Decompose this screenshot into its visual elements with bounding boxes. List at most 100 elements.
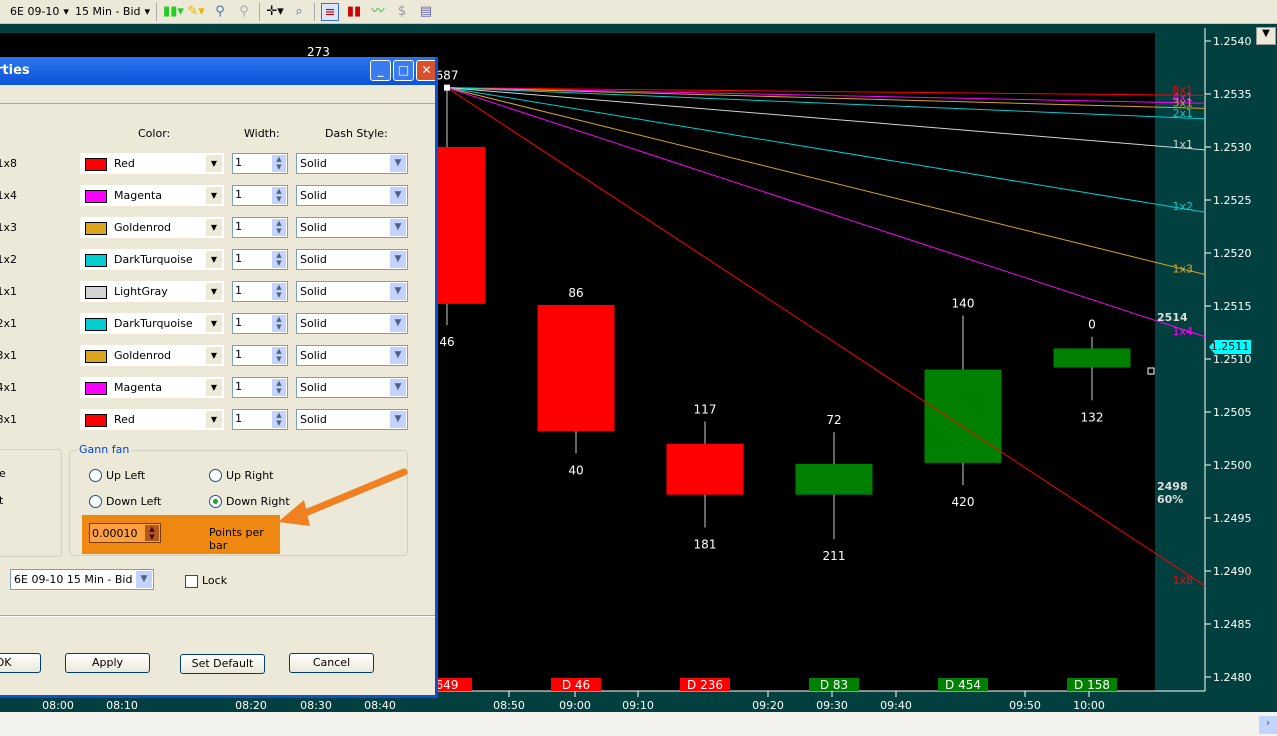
radio-up-right[interactable] <box>209 469 222 482</box>
color-select[interactable]: LightGray ▼ <box>80 281 224 302</box>
spinner-icon[interactable]: ▲ ▼ <box>145 525 159 541</box>
gann-line-2x1 <box>446 87 1206 120</box>
radio-label: Up Left <box>106 469 146 482</box>
left-group-label: t <box>0 494 3 507</box>
price-tick-label: 1.2535 <box>1213 88 1252 101</box>
spinner-icon[interactable]: ▲ ▼ <box>272 347 286 364</box>
spinner-icon[interactable]: ▲ ▼ <box>272 219 286 236</box>
color-select[interactable]: Magenta ▼ <box>80 185 224 206</box>
dash-style-value: Solid <box>300 317 327 330</box>
cancel-button[interactable]: Cancel <box>289 653 374 673</box>
price-tick-label: 1.2515 <box>1213 300 1252 313</box>
chevron-down-icon: ▼ <box>206 155 222 172</box>
spinner-icon[interactable]: ▲ ▼ <box>272 411 286 428</box>
series-select[interactable]: 6E 09-10 15 Min - Bid ▼ <box>10 569 154 590</box>
dash-header: Dash Style: <box>325 127 388 140</box>
candle-top-label: 117 <box>694 403 717 417</box>
candle-top-label: 86 <box>568 286 583 300</box>
color-select[interactable]: Goldenrod ▼ <box>80 217 224 238</box>
color-select[interactable]: Red ▼ <box>80 153 224 174</box>
radio-label: Up Right <box>226 469 274 482</box>
apply-button[interactable]: Apply <box>65 653 150 673</box>
spinner-icon[interactable]: ▲ ▼ <box>272 379 286 396</box>
dash-style-select[interactable]: Solid ▼ <box>296 313 408 334</box>
horizontal-scrollbar[interactable]: › <box>0 712 1277 736</box>
width-value: 1 <box>235 284 242 297</box>
color-select[interactable]: Red ▼ <box>80 409 224 430</box>
dash-style-select[interactable]: Solid ▼ <box>296 281 408 302</box>
points-per-bar-input[interactable]: 0.00010 ▲ ▼ <box>89 523 161 543</box>
dash-style-select[interactable]: Solid ▼ <box>296 249 408 270</box>
width-stepper[interactable]: 1 ▲ ▼ <box>232 313 288 334</box>
width-stepper[interactable]: 1 ▲ ▼ <box>232 409 288 430</box>
set-default-button[interactable]: Set Default <box>180 654 265 674</box>
width-value: 1 <box>235 380 242 393</box>
width-stepper[interactable]: 1 ▲ ▼ <box>232 249 288 270</box>
minimize-button[interactable]: _ <box>370 60 391 81</box>
dash-style-select[interactable]: Solid ▼ <box>296 185 408 206</box>
width-stepper[interactable]: 1 ▲ ▼ <box>232 377 288 398</box>
spinner-icon[interactable]: ▲ ▼ <box>272 251 286 268</box>
radio-up-left[interactable] <box>89 469 102 482</box>
gann-line-8x1 <box>446 87 1206 96</box>
fan-line-label: 8x1 <box>0 413 17 426</box>
maximize-icon: □ <box>397 63 410 77</box>
chevron-down-icon: ▼ <box>206 251 222 268</box>
spinner-icon[interactable]: ▲ ▼ <box>272 315 286 332</box>
width-value: 1 <box>235 348 242 361</box>
ok-button[interactable]: OK <box>0 653 41 673</box>
dash-style-select[interactable]: Solid ▼ <box>296 217 408 238</box>
width-value: 1 <box>235 412 242 425</box>
divider <box>0 103 435 104</box>
time-tick-label: 09:00 <box>559 699 591 712</box>
scroll-right-button[interactable]: › <box>1259 716 1277 734</box>
fan-line-label: 1x3 <box>0 221 17 234</box>
chart-menu-button[interactable]: ▼ <box>1256 27 1276 45</box>
color-swatch <box>85 190 107 203</box>
fan-line-label: 2x1 <box>0 317 17 330</box>
width-stepper[interactable]: 1 ▲ ▼ <box>232 217 288 238</box>
radio-down-left[interactable] <box>89 495 102 508</box>
gann-line-3x1 <box>446 87 1206 109</box>
radio-down-right[interactable] <box>209 495 222 508</box>
price-tick-label: 1.2480 <box>1213 671 1252 684</box>
spinner-icon[interactable]: ▲ ▼ <box>272 187 286 204</box>
price-tick-label: 1.2510 <box>1213 353 1252 366</box>
width-stepper[interactable]: 1 ▲ ▼ <box>232 345 288 366</box>
chevron-down-icon: ▼ <box>136 571 152 588</box>
stat-label: 2498 <box>1157 480 1188 493</box>
color-select[interactable]: Goldenrod ▼ <box>80 345 224 366</box>
dash-style-select[interactable]: Solid ▼ <box>296 153 408 174</box>
color-select[interactable]: DarkTurquoise ▼ <box>80 249 224 270</box>
color-swatch <box>85 286 107 299</box>
dialog-title-bar[interactable]: Properties _ □ ✕ <box>0 57 435 85</box>
gann-line-label: 1x1 <box>1172 138 1193 151</box>
chevron-down-icon: ▼ <box>390 347 406 364</box>
width-stepper[interactable]: 1 ▲ ▼ <box>232 185 288 206</box>
dash-style-select[interactable]: Solid ▼ <box>296 377 408 398</box>
color-swatch <box>85 382 107 395</box>
chevron-down-icon: ▼ <box>1262 28 1270 39</box>
lock-checkbox[interactable] <box>185 575 198 588</box>
price-tick-label: 1.2540 <box>1213 35 1252 48</box>
gann-line-label: 1x2 <box>1172 200 1193 213</box>
width-stepper[interactable]: 1 ▲ ▼ <box>232 153 288 174</box>
candle-bottom-label: 46 <box>439 335 454 349</box>
time-tick-label: 10:00 <box>1073 699 1105 712</box>
spinner-icon[interactable]: ▲ ▼ <box>272 283 286 300</box>
maximize-button[interactable]: □ <box>393 60 414 81</box>
dash-style-select[interactable]: Solid ▼ <box>296 409 408 430</box>
price-tick-label: 1.2505 <box>1213 406 1252 419</box>
spinner-icon[interactable]: ▲ ▼ <box>272 155 286 172</box>
dash-style-select[interactable]: Solid ▼ <box>296 345 408 366</box>
color-select[interactable]: DarkTurquoise ▼ <box>80 313 224 334</box>
close-button[interactable]: ✕ <box>416 60 435 81</box>
width-stepper[interactable]: 1 ▲ ▼ <box>232 281 288 302</box>
chevron-down-icon: ▼ <box>390 411 406 428</box>
gann-fan-group-title: Gann fan <box>77 443 132 456</box>
dash-style-value: Solid <box>300 189 327 202</box>
price-tick-label: 1.2485 <box>1213 618 1252 631</box>
color-name: Red <box>114 157 135 170</box>
color-select[interactable]: Magenta ▼ <box>80 377 224 398</box>
close-icon: ✕ <box>421 63 432 77</box>
